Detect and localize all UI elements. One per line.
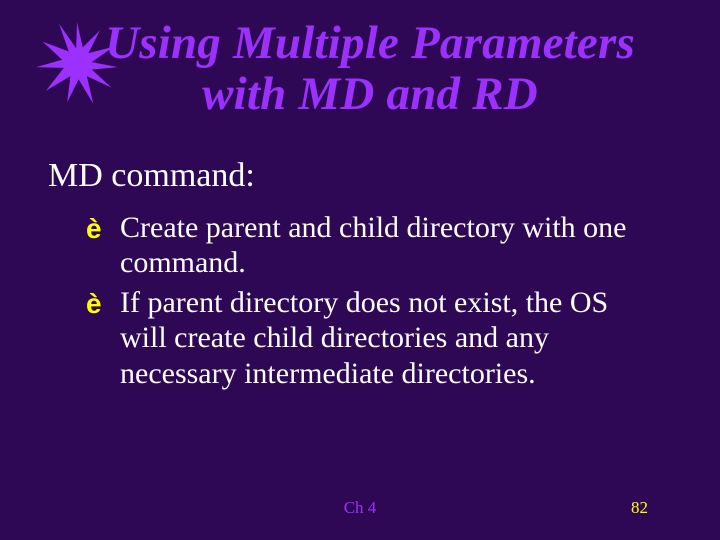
slide: Using Multiple Parameters with MD and RD… xyxy=(0,0,720,540)
section-heading: MD command: xyxy=(48,157,670,194)
title-line-2: with MD and RD xyxy=(202,68,538,120)
list-item: è If parent directory does not exist, th… xyxy=(86,285,660,391)
chapter-label: Ch 4 xyxy=(0,498,720,518)
body-text: è Create parent and child directory with… xyxy=(86,210,660,395)
slide-title: Using Multiple Parameters with MD and RD xyxy=(50,18,690,120)
title-line-1: Using Multiple Parameters xyxy=(105,17,635,69)
arrow-icon: è xyxy=(86,212,102,245)
list-item: è Create parent and child directory with… xyxy=(86,210,660,281)
slide-footer: Ch 4 82 xyxy=(0,498,720,522)
bullet-text: If parent directory does not exist, the … xyxy=(120,286,608,390)
bullet-text: Create parent and child directory with o… xyxy=(120,211,626,279)
arrow-icon: è xyxy=(86,287,102,320)
page-number: 82 xyxy=(631,498,648,518)
